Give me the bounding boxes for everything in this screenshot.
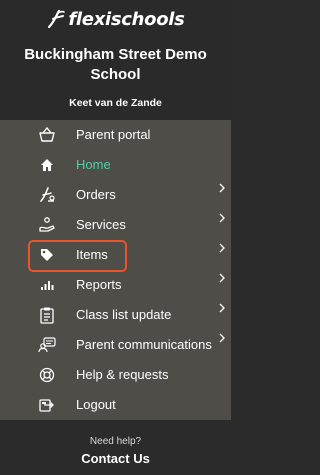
- sidebar-header: flexischools Buckingham Street Demo Scho…: [0, 0, 231, 120]
- menu-item-label: Logout: [76, 397, 116, 412]
- menu-item-reports[interactable]: Reports: [0, 270, 231, 300]
- menu-item-parent-portal[interactable]: Parent portal: [0, 120, 231, 150]
- school-name: Buckingham Street Demo School: [24, 46, 207, 83]
- brand-logo[interactable]: flexischools: [0, 8, 231, 30]
- brand-name: flexischools: [68, 8, 185, 30]
- chevron-right-icon: [218, 302, 226, 314]
- logout-icon: [38, 396, 56, 414]
- clipboard-icon: [38, 306, 56, 324]
- contact-us-link[interactable]: Contact Us: [0, 451, 231, 466]
- menu-item-label: Home: [76, 157, 111, 172]
- home-icon: [38, 156, 56, 174]
- sidebar-footer: Need help? Contact Us: [0, 420, 231, 475]
- menu-item-class-list-update[interactable]: Class list update: [0, 300, 231, 330]
- orders-icon: [38, 186, 56, 204]
- menu-item-label: Parent communications: [76, 337, 212, 352]
- menu-item-label: Reports: [76, 277, 122, 292]
- flexischools-logo-icon: [46, 8, 66, 30]
- bar-chart-icon: [38, 276, 56, 294]
- help-text: Need help?: [89, 436, 142, 447]
- chat-icon: [38, 336, 56, 354]
- user-name: Keet van de Zande: [69, 97, 162, 109]
- menu-item-parent-communications[interactable]: Parent communications: [0, 330, 231, 360]
- chevron-right-icon: [218, 242, 226, 254]
- menu-item-logout[interactable]: Logout: [0, 390, 231, 420]
- basket-icon: [38, 126, 56, 144]
- menu-item-help-requests[interactable]: Help & requests: [0, 360, 231, 390]
- chevron-right-icon: [218, 182, 226, 194]
- menu-item-orders[interactable]: Orders: [0, 180, 231, 210]
- menu-item-label: Help & requests: [76, 367, 169, 382]
- services-icon: [38, 216, 56, 234]
- lifebuoy-icon: [38, 366, 56, 384]
- menu-item-label: Services: [76, 217, 126, 232]
- highlight-box: [28, 240, 127, 272]
- chevron-right-icon: [218, 212, 226, 224]
- menu-item-label: Orders: [76, 187, 116, 202]
- menu-item-services[interactable]: Services: [0, 210, 231, 240]
- menu-item-label: Class list update: [76, 307, 172, 322]
- chevron-right-icon: [218, 332, 226, 344]
- menu-item-label: Parent portal: [76, 127, 151, 142]
- chevron-right-icon: [218, 272, 226, 284]
- menu-item-home[interactable]: Home: [0, 150, 231, 180]
